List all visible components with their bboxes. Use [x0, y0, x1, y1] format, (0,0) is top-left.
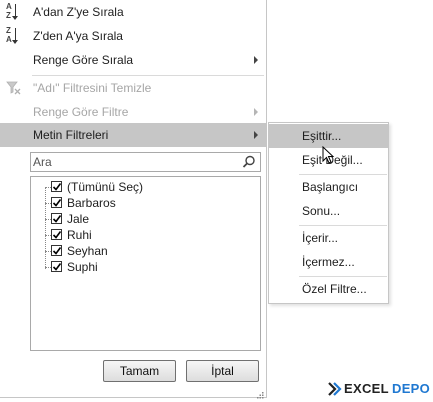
list-item-label: Seyhan [67, 244, 108, 258]
clear-filter-label: "Adı" Filtresini Temizle [33, 81, 152, 95]
submenu-item-label: İçermez... [302, 255, 355, 269]
submenu-item-label: Eşittir... [302, 129, 342, 143]
search-input[interactable] [33, 154, 233, 170]
list-item-label: Ruhi [67, 228, 92, 242]
submenu-item-custom-filter[interactable]: Özel Filtre... [269, 277, 388, 301]
chevron-right-icon [254, 56, 258, 64]
list-item-label: Barbaros [67, 196, 116, 210]
checkbox[interactable] [51, 197, 62, 208]
submenu-item-label: Başlangıcı [302, 180, 359, 194]
submenu-item-does-not-contain[interactable]: İçermez... [269, 250, 388, 274]
sort-z-to-a-label: Z'den A'ya Sırala [33, 29, 123, 43]
list-item-label: Jale [67, 212, 90, 226]
filter-dropdown-menu: A Z A'dan Z'ye Sırala Z A Z'den A'ya Sır… [0, 0, 267, 399]
ok-button[interactable]: Tamam [103, 360, 176, 382]
cancel-button[interactable]: İptal [186, 360, 259, 382]
sort-a-to-z-label: A'dan Z'ye Sırala [33, 5, 124, 19]
resize-grip-icon[interactable] [256, 388, 264, 399]
submenu-item-ends-with[interactable]: Sonu... [269, 199, 388, 223]
submenu-item-equals[interactable]: Eşittir... [269, 124, 388, 148]
submenu-item-label: İçerir... [302, 231, 339, 245]
exceldepo-logo: EXCEL DEPO [328, 381, 433, 397]
filter-by-color-item: Renge Göre Filtre [0, 100, 266, 124]
sort-ascending-icon: A Z [6, 3, 22, 21]
chevron-right-icon [254, 108, 258, 116]
logo-text-depo: DEPO [392, 381, 431, 396]
submenu-item-contains[interactable]: İçerir... [269, 226, 388, 250]
sort-descending-icon: Z A [6, 27, 22, 45]
checkbox[interactable] [51, 181, 62, 192]
tree-line [45, 187, 46, 269]
checkbox[interactable] [51, 229, 62, 240]
clear-filter-icon [6, 80, 22, 96]
sort-a-to-z-item[interactable]: A Z A'dan Z'ye Sırala [0, 0, 266, 24]
submenu-item-begins-with[interactable]: Başlangıcı [269, 175, 388, 199]
value-list: (Tümünü Seç) Barbaros Jale Ruhi Seyhan S… [30, 176, 261, 351]
list-item-label: Suphi [67, 260, 98, 274]
clear-filter-item: "Adı" Filtresini Temizle [0, 76, 266, 100]
submenu-item-label: Sonu... [302, 204, 341, 218]
text-filters-item[interactable]: Metin Filtreleri [0, 123, 266, 147]
submenu-item-label: Özel Filtre... [302, 282, 367, 296]
search-icon[interactable] [242, 155, 256, 169]
list-item-label: (Tümünü Seç) [67, 180, 144, 194]
checkbox[interactable] [51, 245, 62, 256]
text-filters-label: Metin Filtreleri [33, 128, 109, 142]
checkbox[interactable] [51, 213, 62, 224]
logo-text-excel: EXCEL [344, 381, 389, 396]
mouse-cursor-icon [322, 145, 336, 166]
sort-by-color-item[interactable]: Renge Göre Sırala [0, 48, 266, 72]
chevron-right-icon [254, 131, 258, 139]
logo-mark-icon [328, 382, 342, 396]
filter-by-color-label: Renge Göre Filtre [33, 105, 129, 119]
search-box [30, 152, 261, 172]
sort-z-to-a-item[interactable]: Z A Z'den A'ya Sırala [0, 24, 266, 48]
sort-by-color-label: Renge Göre Sırala [33, 53, 134, 67]
checkbox[interactable] [51, 261, 62, 272]
